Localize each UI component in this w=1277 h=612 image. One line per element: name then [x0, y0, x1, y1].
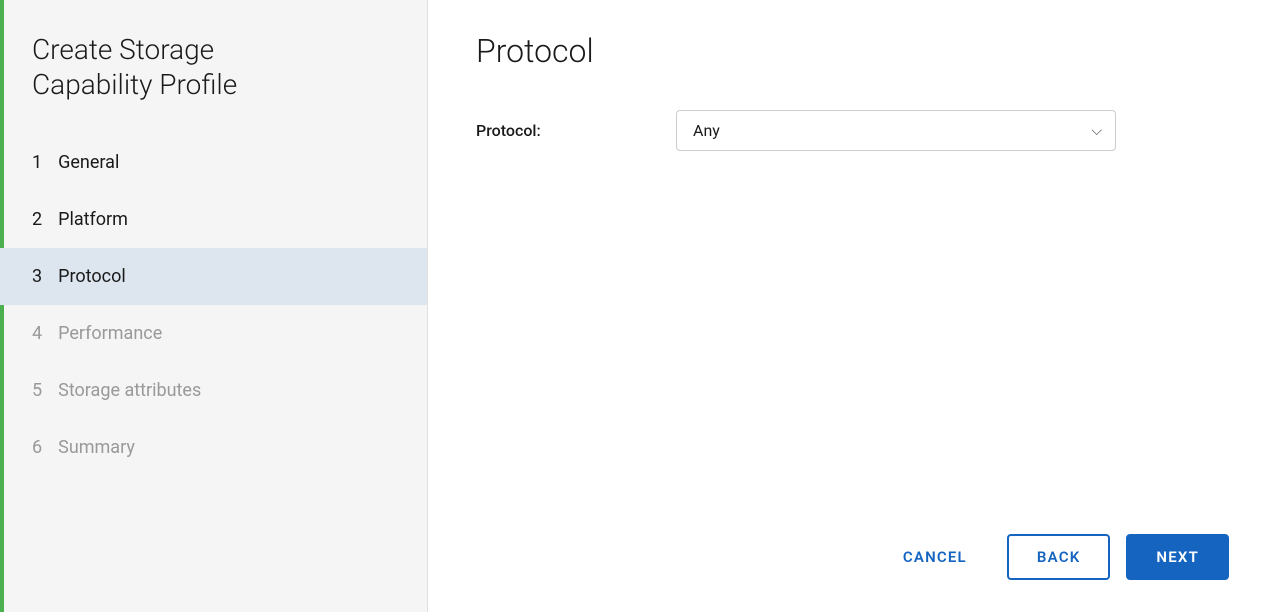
next-button[interactable]: NEXT [1126, 534, 1229, 580]
protocol-select-wrapper: Any iSCSI FC NFS VMFS ⌵ [676, 110, 1116, 151]
step-item-summary[interactable]: 6 Summary [0, 419, 427, 476]
step-number-6: 6 [32, 437, 42, 458]
sidebar: Create StorageCapability Profile 1 Gener… [0, 0, 428, 612]
main-content: Protocol Protocol: Any iSCSI FC NFS VMFS… [428, 0, 1277, 612]
protocol-form-row: Protocol: Any iSCSI FC NFS VMFS ⌵ [476, 110, 1229, 151]
protocol-select[interactable]: Any iSCSI FC NFS VMFS [676, 110, 1116, 151]
step-item-general[interactable]: 1 General [0, 134, 427, 191]
page-title: Protocol [476, 32, 1229, 70]
step-label-general: General [58, 152, 119, 173]
cancel-button[interactable]: CANCEL [879, 534, 991, 580]
step-number-1: 1 [32, 152, 42, 173]
step-label-protocol: Protocol [58, 266, 126, 287]
back-button[interactable]: BACK [1007, 534, 1111, 580]
step-item-performance[interactable]: 4 Performance [0, 305, 427, 362]
bottom-actions: CANCEL BACK NEXT [879, 534, 1229, 580]
step-label-summary: Summary [58, 437, 135, 458]
step-item-platform[interactable]: 2 Platform [0, 191, 427, 248]
protocol-label: Protocol: [476, 121, 676, 140]
step-number-5: 5 [32, 380, 42, 401]
step-item-storage-attributes[interactable]: 5 Storage attributes [0, 362, 427, 419]
step-number-2: 2 [32, 209, 42, 230]
step-label-performance: Performance [58, 323, 162, 344]
step-item-protocol[interactable]: 3 Protocol [0, 248, 427, 305]
step-label-platform: Platform [58, 209, 128, 230]
step-number-3: 3 [32, 266, 42, 287]
step-list: 1 General 2 Platform 3 Protocol 4 Perfor… [0, 134, 427, 476]
step-label-storage-attributes: Storage attributes [58, 380, 201, 401]
step-number-4: 4 [32, 323, 42, 344]
sidebar-title: Create StorageCapability Profile [0, 32, 427, 134]
